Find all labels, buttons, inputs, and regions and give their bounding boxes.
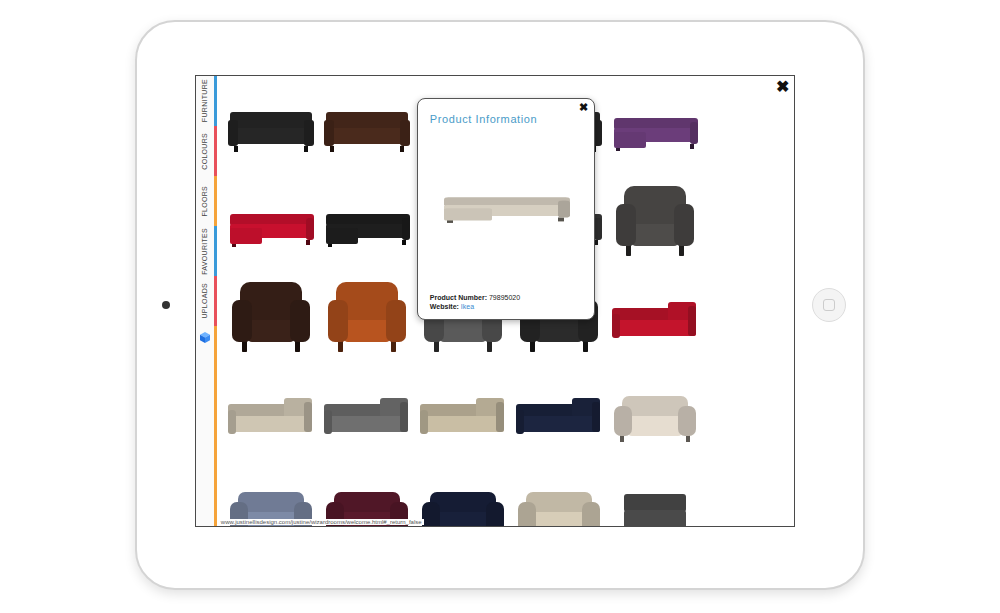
product-item[interactable] <box>223 364 319 460</box>
field-value[interactable]: Ikea <box>461 303 474 310</box>
close-button[interactable]: ✖ <box>776 79 789 95</box>
product-field: Product Number: 79895020 <box>430 293 582 302</box>
field-value: 79895020 <box>489 294 520 301</box>
product-item[interactable] <box>223 460 319 526</box>
product-item[interactable] <box>511 364 607 460</box>
loveseat-icon <box>226 468 316 526</box>
chaise-icon <box>610 84 700 164</box>
loveseat-icon <box>610 372 700 452</box>
corner-icon <box>226 372 316 452</box>
cube-icon[interactable] <box>200 332 210 343</box>
corner-icon <box>418 372 508 452</box>
screen: FURNITURECOLOURSFLOORSFAVOURITESUPLOADSw… <box>195 75 795 527</box>
product-item[interactable] <box>607 364 703 460</box>
product-item[interactable] <box>319 460 415 526</box>
sofa-icon <box>322 84 412 164</box>
armchair-icon <box>322 276 412 356</box>
product-area: www.justinellisdesign.com/justine/wizard… <box>217 76 794 526</box>
popup-title: Product Information <box>430 113 582 125</box>
corner-icon <box>514 372 604 452</box>
corner-icon <box>610 276 700 356</box>
armchair-icon <box>226 276 316 356</box>
product-item[interactable] <box>319 364 415 460</box>
status-url: www.justinellisdesign.com/justine/wizard… <box>219 519 424 525</box>
product-item[interactable] <box>223 76 319 172</box>
page: FURNITURECOLOURSFLOORSFAVOURITESUPLOADSw… <box>0 0 1000 613</box>
corner-icon <box>322 372 412 452</box>
chaise-icon <box>438 171 573 233</box>
product-item[interactable] <box>607 76 703 172</box>
popup-close-button[interactable]: ✖ <box>579 101 588 114</box>
sidebar-tab[interactable]: UPLOADS <box>196 276 217 326</box>
chaise-icon <box>226 180 316 260</box>
chaise-icon <box>322 180 412 260</box>
loveseat-icon <box>514 468 604 526</box>
loveseat-icon <box>418 468 508 526</box>
product-item[interactable] <box>223 172 319 268</box>
product-item[interactable] <box>319 268 415 364</box>
product-item[interactable] <box>607 460 703 526</box>
tablet-frame: FURNITURECOLOURSFLOORSFAVOURITESUPLOADSw… <box>135 20 865 590</box>
sidebar-tab[interactable]: FLOORS <box>196 176 217 226</box>
product-item[interactable] <box>415 460 511 526</box>
product-item[interactable] <box>607 172 703 268</box>
sofa-icon <box>226 84 316 164</box>
sidebar-tab[interactable]: FAVOURITES <box>196 226 217 276</box>
loveseat-icon <box>322 468 412 526</box>
product-item[interactable] <box>607 268 703 364</box>
product-item[interactable] <box>223 268 319 364</box>
product-item[interactable] <box>319 76 415 172</box>
armchair-icon <box>610 180 700 260</box>
sidebar: FURNITURECOLOURSFLOORSFAVOURITESUPLOADS <box>196 76 217 526</box>
product-item[interactable] <box>511 460 607 526</box>
sidebar-tab[interactable]: COLOURS <box>196 126 217 176</box>
product-item[interactable] <box>415 364 511 460</box>
camera-icon <box>162 301 170 309</box>
product-field: Website: Ikea <box>430 302 582 311</box>
sidebar-tab[interactable]: FURNITURE <box>196 76 217 126</box>
module-icon <box>610 468 700 526</box>
product-popup: ✖Product Information Product Number: 7989… <box>417 98 595 320</box>
home-button[interactable] <box>812 288 846 322</box>
product-item[interactable] <box>319 172 415 268</box>
